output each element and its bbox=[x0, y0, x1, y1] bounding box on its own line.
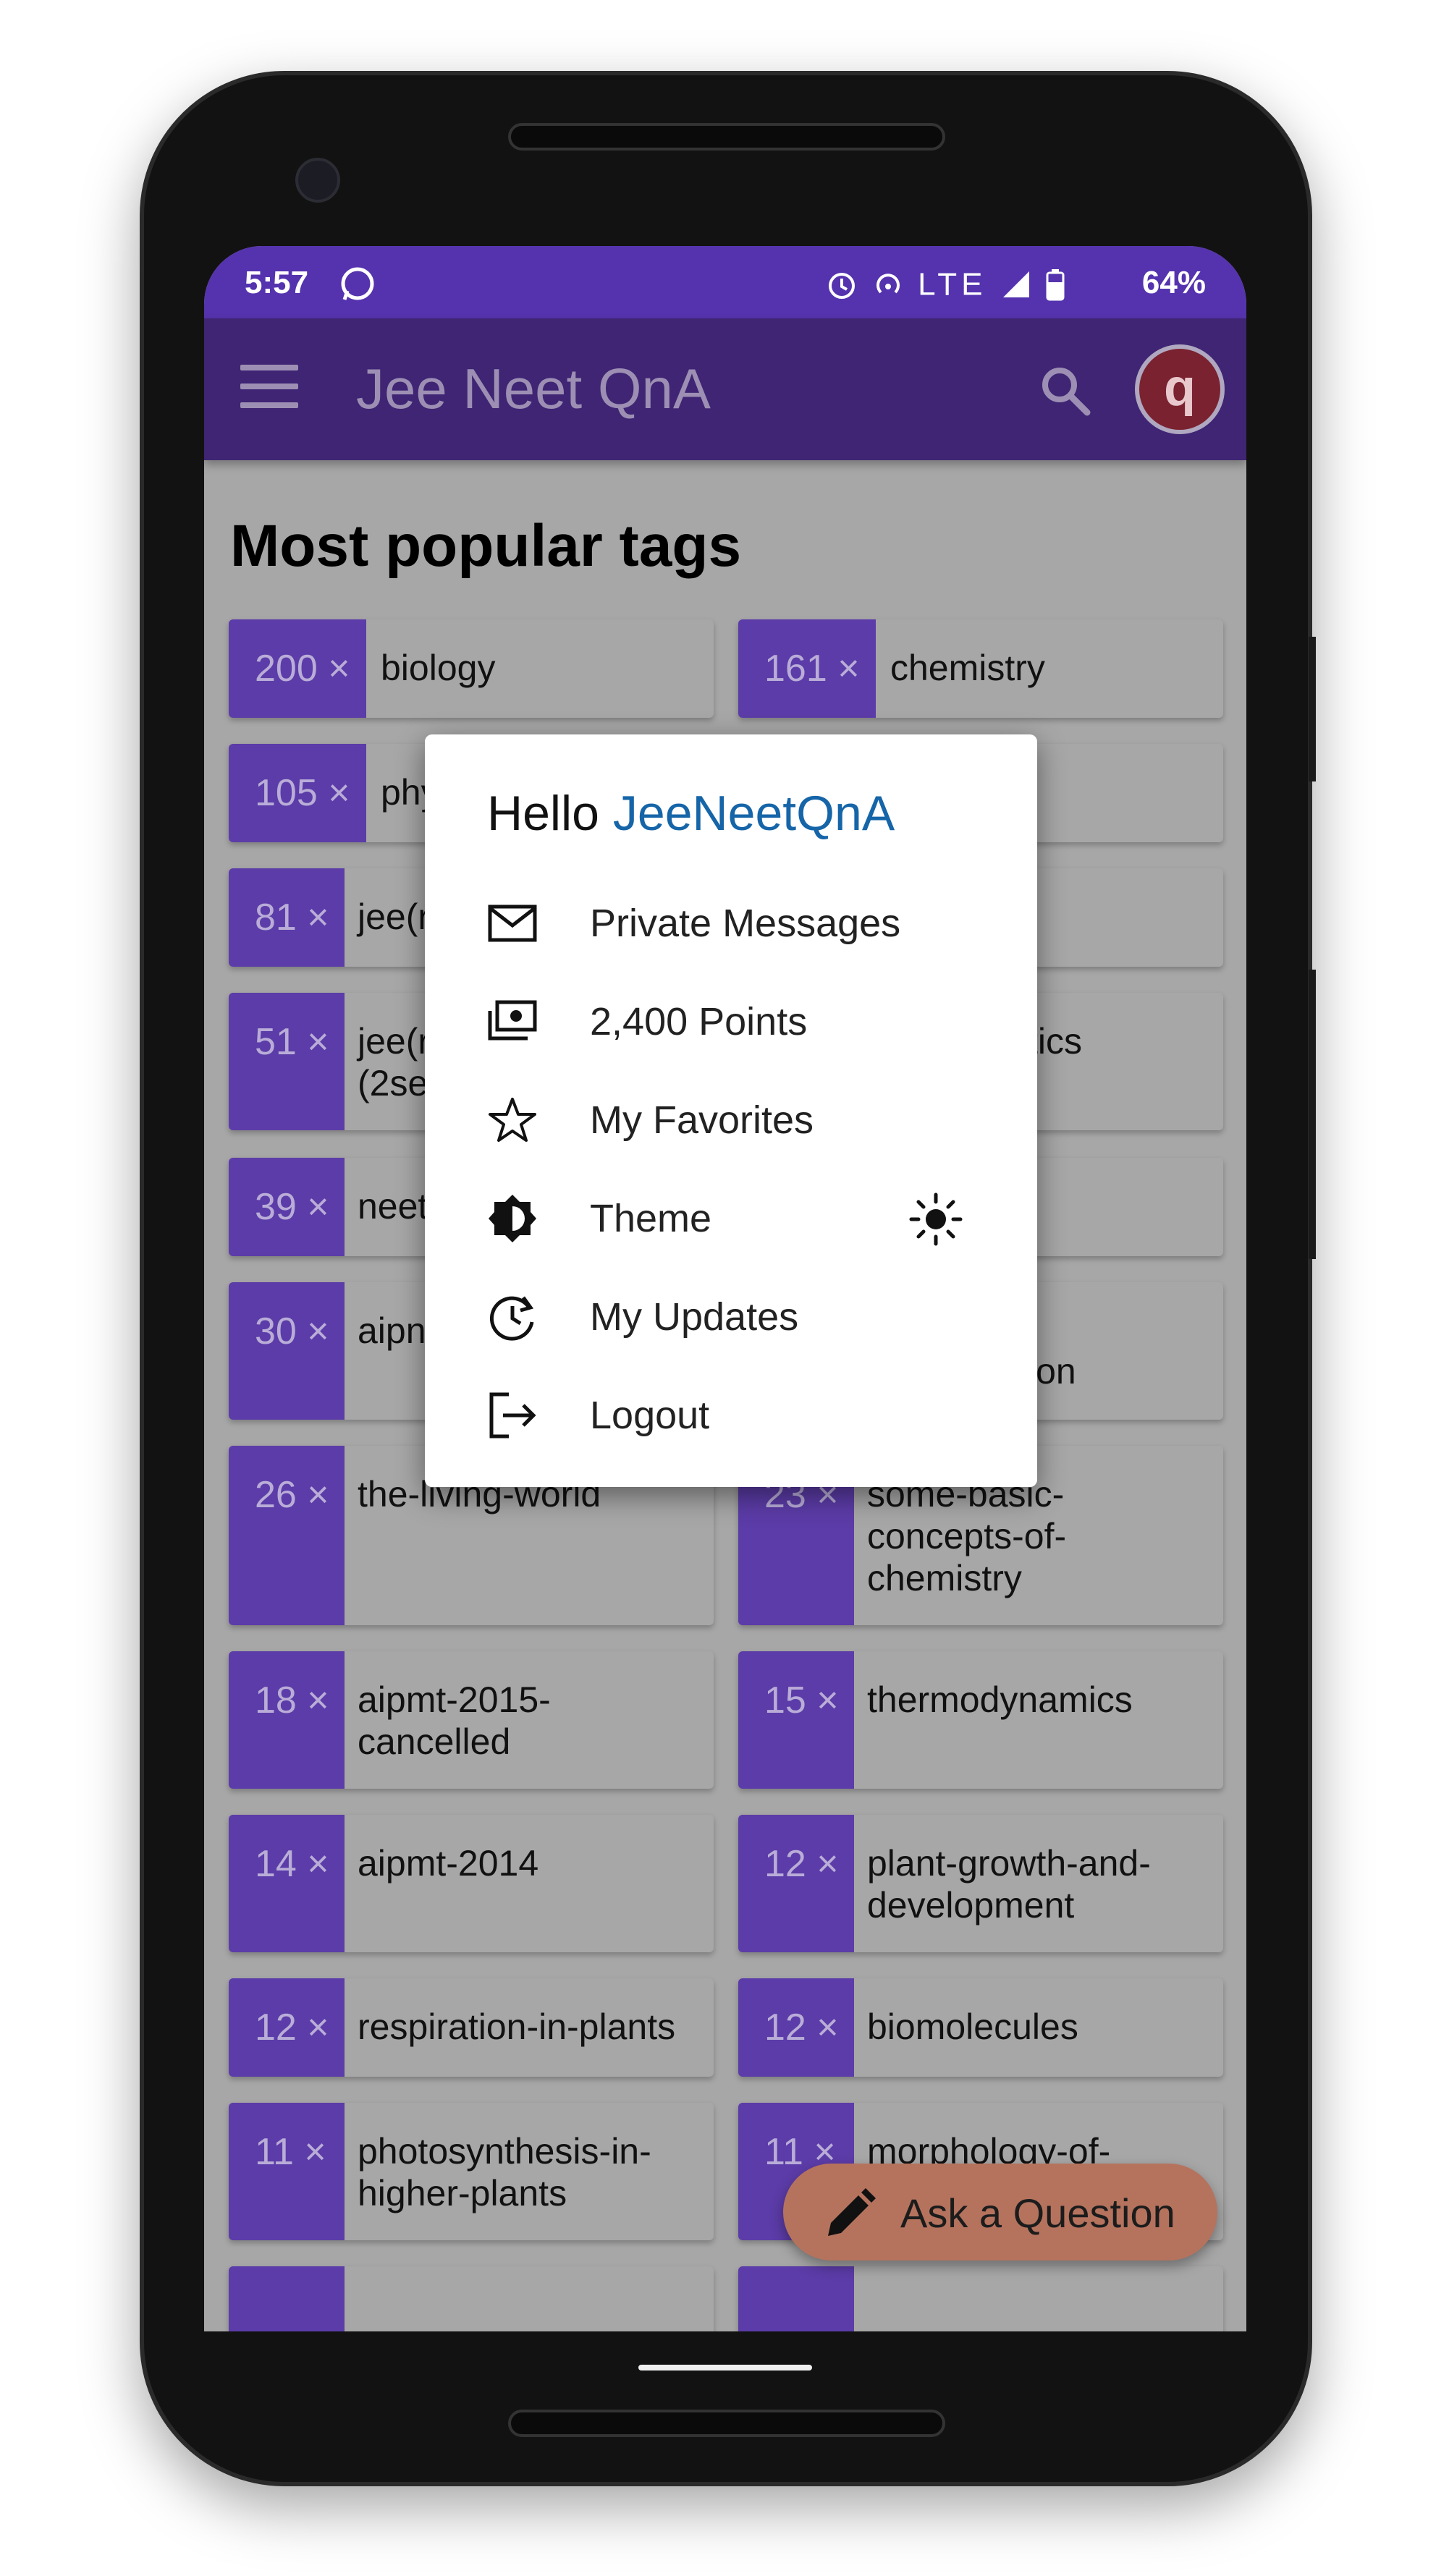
tag-count: 30 × bbox=[229, 1282, 345, 1420]
navigation-bar bbox=[204, 2331, 1246, 2404]
tag-item[interactable]: 161 × chemistry bbox=[738, 619, 1223, 718]
tag-count: 11 × bbox=[229, 2103, 345, 2240]
search-icon[interactable] bbox=[1036, 362, 1094, 420]
tag-item[interactable] bbox=[738, 2266, 1223, 2331]
menu-item-points[interactable]: 2,400 Points bbox=[487, 983, 994, 1056]
tag-count: 81 × bbox=[229, 868, 345, 967]
tag-count: 105 × bbox=[229, 744, 366, 842]
menu-item-label: Logout bbox=[590, 1394, 710, 1437]
whatsapp-icon bbox=[341, 267, 374, 300]
menu-item-logout[interactable]: Logout bbox=[487, 1377, 994, 1449]
menu-item-favorites[interactable]: My Favorites bbox=[487, 1082, 994, 1154]
history-icon bbox=[489, 1296, 534, 1341]
star-icon bbox=[489, 1098, 536, 1142]
tag-count: 26 × bbox=[229, 1446, 345, 1625]
tag-count: 14 × bbox=[229, 1815, 345, 1952]
tag-item[interactable]: 11 × photosynthesis-in-higher-plants bbox=[229, 2103, 714, 2240]
tag-item[interactable]: 12 × plant-growth-and-development bbox=[738, 1815, 1223, 1952]
network-type: LTE bbox=[918, 266, 987, 302]
app-title: Jee Neet QnA bbox=[356, 357, 711, 420]
battery-icon bbox=[1046, 269, 1065, 301]
front-camera bbox=[295, 158, 340, 203]
tag-name: biomolecules bbox=[867, 2007, 1078, 2047]
tag-count: 200 × bbox=[229, 619, 366, 718]
alarm-icon bbox=[828, 273, 855, 300]
page-heading: Most popular tags bbox=[230, 513, 742, 579]
status-bar: 5:57 LTE 64% bbox=[204, 246, 1246, 318]
tag-name: some-basic-concepts-of-chemistry bbox=[867, 1474, 1067, 1598]
tag-name: jee(r (2se bbox=[358, 1021, 431, 1103]
tag-name: neet bbox=[358, 1186, 428, 1226]
app-bar: Jee Neet QnA q bbox=[204, 318, 1246, 460]
status-icons: LTE bbox=[825, 265, 1065, 302]
tag-name: thermodynamics bbox=[867, 1679, 1133, 1720]
tag-name: biology bbox=[381, 648, 496, 688]
tag-item[interactable]: 18 × aipmt-2015-cancelled bbox=[229, 1651, 714, 1789]
tag-item[interactable]: 200 × biology bbox=[229, 619, 714, 718]
tag-name: aipmt-2014 bbox=[358, 1843, 539, 1884]
sun-icon[interactable] bbox=[907, 1190, 965, 1248]
tag-name: aipn bbox=[358, 1310, 426, 1351]
tag-item[interactable] bbox=[229, 2266, 714, 2331]
menu-item-label: 2,400 Points bbox=[590, 1000, 808, 1043]
ask-question-label: Ask a Question bbox=[900, 2190, 1175, 2236]
tag-item[interactable]: 12 × biomolecules bbox=[738, 1978, 1223, 2077]
volume-button bbox=[1309, 637, 1316, 781]
signal-icon bbox=[1002, 271, 1029, 298]
theme-icon bbox=[489, 1195, 536, 1242]
dialog-greeting: Hello JeeNeetQnA bbox=[487, 785, 895, 842]
menu-item-label: My Updates bbox=[590, 1295, 799, 1339]
username[interactable]: JeeNeetQnA bbox=[613, 786, 895, 841]
tag-item[interactable]: 15 × thermodynamics bbox=[738, 1651, 1223, 1789]
menu-item-label: Theme bbox=[590, 1197, 712, 1240]
earpiece-speaker bbox=[508, 123, 945, 151]
tag-count: 15 × bbox=[738, 1651, 854, 1789]
avatar[interactable]: q bbox=[1135, 344, 1225, 434]
status-time: 5:57 bbox=[245, 265, 309, 300]
menu-item-label: My Favorites bbox=[590, 1098, 814, 1142]
menu-item-updates[interactable]: My Updates bbox=[487, 1279, 994, 1351]
bottom-speaker bbox=[508, 2410, 945, 2437]
tag-item[interactable]: 12 × respiration-in-plants bbox=[229, 1978, 714, 2077]
power-button bbox=[1309, 970, 1316, 1259]
screen: 5:57 LTE 64% Jee Neet QnA q Most popular… bbox=[204, 246, 1246, 2331]
tag-count: 12 × bbox=[738, 1978, 854, 2077]
tag-name: chemistry bbox=[890, 648, 1045, 688]
tag-name: plant-growth-and-development bbox=[867, 1843, 1151, 1925]
tag-count: 12 × bbox=[229, 1978, 345, 2077]
hello-text: Hello bbox=[487, 786, 599, 841]
menu-item-theme[interactable]: Theme bbox=[487, 1180, 994, 1253]
tag-name: aipmt-2015-cancelled bbox=[358, 1679, 551, 1762]
home-indicator[interactable] bbox=[638, 2365, 812, 2370]
cash-icon bbox=[488, 1000, 537, 1041]
tag-count: 18 × bbox=[229, 1651, 345, 1789]
tag-count: 12 × bbox=[738, 1815, 854, 1952]
user-menu-dialog: Hello JeeNeetQnA Private Messages 2,400 … bbox=[425, 734, 1037, 1487]
menu-icon[interactable] bbox=[240, 365, 298, 408]
menu-item-private-messages[interactable]: Private Messages bbox=[487, 885, 994, 957]
tag-name: jee(r bbox=[358, 897, 431, 937]
battery-percent: 64% bbox=[1141, 265, 1206, 300]
tag-count: 39 × bbox=[229, 1158, 345, 1256]
tag-count: 161 × bbox=[738, 619, 876, 718]
menu-item-label: Private Messages bbox=[590, 902, 901, 945]
tag-item[interactable]: 14 × aipmt-2014 bbox=[229, 1815, 714, 1952]
tag-name: photosynthesis-in-higher-plants bbox=[358, 2131, 651, 2213]
logout-icon bbox=[489, 1392, 536, 1439]
pencil-icon bbox=[828, 2188, 876, 2236]
ask-question-button[interactable]: Ask a Question bbox=[783, 2164, 1217, 2261]
tag-name: respiration-in-plants bbox=[358, 2007, 676, 2047]
hotspot-icon bbox=[876, 274, 900, 294]
mail-icon bbox=[488, 904, 537, 942]
tag-count: 51 × bbox=[229, 993, 345, 1130]
